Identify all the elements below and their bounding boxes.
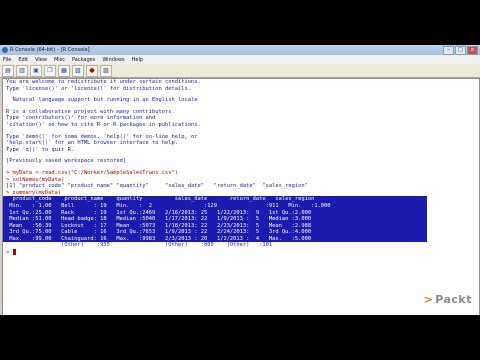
packt-chevron: > [423,293,434,306]
console-output-line: [Previously saved workspace restored] [6,158,127,165]
packt-logo: > Packt [423,293,472,306]
toolbar: ▤ ▥ ▣ ❐ ▦ ▧ ● ▨ [0,64,480,78]
menu-view[interactable]: View [35,57,47,63]
console-selected-line: Min. : 1.00 Bell : 19 Min. : 2 :129 :911… [3,202,427,210]
console-selected-line: Median :51.00 Head badge: 18 Median :504… [3,216,427,223]
r-app-icon [2,47,8,53]
menu-bar: File Edit View Misc Packages Windows Hel… [0,55,480,64]
copy-icon[interactable]: ❐ [44,64,56,77]
title-bar: R Console (64-bit) – [R Console] – □ × [0,45,480,55]
console-output-line: Type 'contributors()' for more informati… [6,115,156,122]
copy-paste-icon[interactable]: ▧ [72,64,84,77]
console-selected-line: 1st Qu.:25.00 Rack : 19 1st Qu.:2469 2/1… [3,209,427,217]
window-title: R Console (64-bit) – [R Console] [10,47,90,53]
load-workspace-icon[interactable]: ▥ [16,64,28,77]
menu-edit[interactable]: Edit [18,57,28,63]
console-selected-line: 3rd Qu.:75.00 Cable : 16 3rd Qu.:7653 1/… [3,229,427,236]
menu-help[interactable]: Help [132,57,143,63]
console-output-line: Type 'q()' to quit R. [6,146,75,153]
console-command-line: > colNames(myData) [6,176,65,183]
open-script-icon[interactable]: ▤ [2,64,14,77]
maximize-button[interactable]: □ [455,45,466,55]
console-command-line: > [3,249,479,256]
console-selected-line: Mean :50.39 Locknut : 17 Mean :5073 1/18… [3,222,427,230]
stop-icon[interactable]: ● [86,64,98,77]
console-output-line: You are welcome to redistribute it under… [6,79,201,85]
console-output-line: Type 'demo()' for some demos, 'help()' f… [6,133,198,140]
close-button[interactable]: × [467,45,478,55]
paste-icon[interactable]: ▦ [58,64,70,77]
packt-brand-text: Packt [435,293,472,306]
menu-windows[interactable]: Windows [102,57,124,63]
console-selected-line: product_code product_name quantity sales… [3,196,427,203]
console-output-line: [1] "product_code" "product_name" "quant… [6,183,308,190]
console-output-line: R is a collaborative project with many c… [6,108,175,115]
minimize-button[interactable]: – [443,45,454,55]
menu-file[interactable]: File [3,57,11,63]
menu-misc[interactable]: Misc [54,57,65,63]
text-cursor [12,249,16,256]
save-icon[interactable]: ▣ [30,64,42,77]
console-output[interactable]: You are welcome to redistribute it under… [2,78,480,315]
console-selected-line: Max. :99.00 Chainguard: 16 Max. :9983 2/… [3,235,427,243]
menu-packages[interactable]: Packages [72,57,95,63]
print-icon[interactable]: ▨ [100,64,112,77]
r-gui-window: R Console (64-bit) – [R Console] – □ × F… [0,45,480,315]
console-output-line: Natural language support but running in … [6,97,198,104]
console-output-line: Type 'license()' or 'licence()' for dist… [6,85,191,92]
console-output-line: 'citation()' on how to cite R or R packa… [6,121,201,128]
console-command-line: > summary(myData) [6,189,62,196]
console-output-line: 'help.start()' for an HTML browser inter… [6,140,179,147]
console-command-line: > myData <-read.csv("C:/Worker/SampleSal… [6,169,179,176]
console-output-line: (Other) :935 (Other) :800 (Other) :101 [6,242,273,249]
window-controls: – □ × [443,45,478,55]
